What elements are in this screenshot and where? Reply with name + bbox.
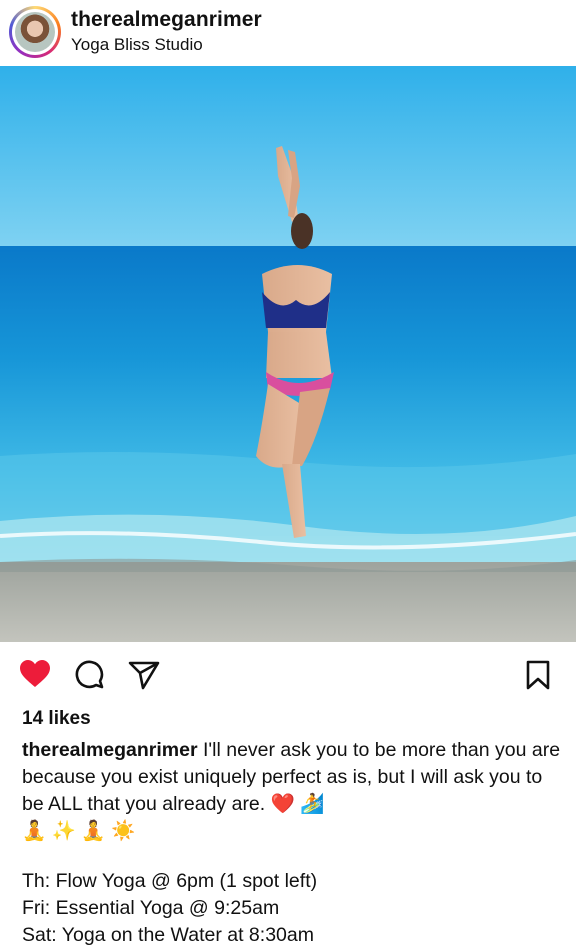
post-photo[interactable] (0, 66, 576, 642)
username-link[interactable]: therealmeganrimer (71, 8, 262, 32)
post-actions (0, 642, 576, 706)
likes-count[interactable]: 14 likes (22, 708, 91, 730)
comment-icon[interactable] (74, 660, 104, 690)
caption: therealmeganrimer I'll never ask you to … (22, 737, 562, 845)
caption-emoji-line: 🧘 ✨ 🧘 ☀️ (22, 820, 136, 842)
heart-icon[interactable] (19, 659, 51, 689)
paper-plane-icon[interactable] (128, 660, 160, 690)
caption-username[interactable]: therealmeganrimer (22, 739, 198, 761)
post-header: therealmeganrimer Yoga Bliss Studio (0, 0, 576, 66)
avatar-image (15, 12, 55, 52)
schedule-line: Fri: Essential Yoga @ 9:25am (22, 897, 280, 919)
beach-yoga-photo (0, 66, 576, 642)
avatar[interactable] (9, 6, 61, 58)
bookmark-icon[interactable] (526, 660, 550, 690)
schedule-line: Sat: Yoga on the Water at 8:30am (22, 924, 314, 946)
schedule-line: Th: Flow Yoga @ 6pm (1 spot left) (22, 870, 318, 892)
location-link[interactable]: Yoga Bliss Studio (71, 35, 203, 55)
avatar-inner (12, 9, 58, 55)
